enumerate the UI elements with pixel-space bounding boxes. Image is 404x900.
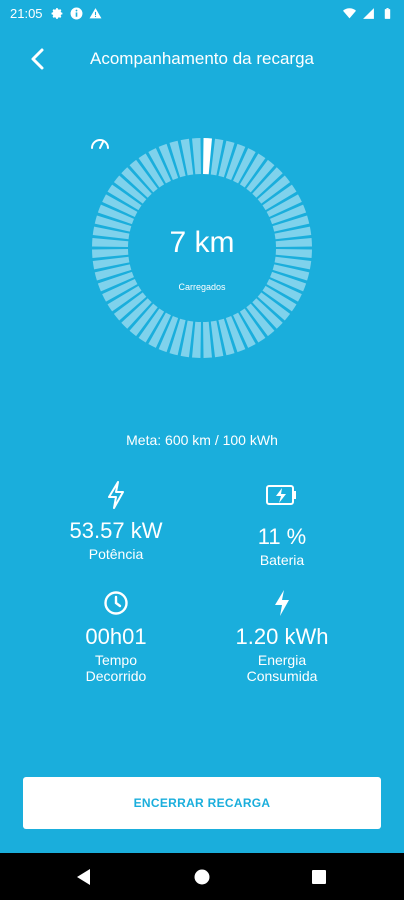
metric-battery: 11 % Bateria (197, 480, 367, 568)
status-bar: 21:05 (0, 0, 404, 26)
warning-icon (89, 7, 102, 18)
signal-icon (363, 7, 374, 19)
power-label: Potência (88, 546, 144, 562)
clock-icon (104, 591, 128, 615)
back-triangle-icon[interactable] (74, 867, 94, 887)
battery-icon (384, 7, 391, 19)
lightning-icon (275, 590, 289, 616)
gear-icon (51, 7, 62, 19)
speedometer-icon (91, 139, 109, 149)
lightning-icon (108, 481, 124, 509)
info-icon (70, 7, 83, 19)
charged-distance-value: 7 km (169, 226, 235, 259)
charge-gauge: 7 km Carregados (90, 136, 314, 360)
wifi-icon (343, 7, 356, 18)
battery-label: Bateria (259, 552, 305, 568)
page-title: Acompanhamento da recarga (90, 49, 314, 68)
status-time: 21:05 (10, 5, 43, 21)
charged-distance-label: Carregados (178, 282, 226, 292)
metric-energy: 1.20 kWh Energia Consumida (197, 588, 367, 684)
metric-power: 53.57 kW Potência (31, 480, 201, 562)
battery-charging-icon (266, 485, 296, 505)
charge-goal: Meta: 600 km / 100 kWh (126, 432, 278, 448)
home-circle-icon[interactable] (192, 867, 212, 887)
elapsed-time-label: Tempo Decorrido (31, 652, 201, 684)
app-header: Acompanhamento da recarga (0, 36, 404, 82)
recents-square-icon[interactable] (309, 867, 329, 887)
elapsed-time-label-line2: Decorrido (85, 668, 147, 684)
energy-label-line1: Energia (257, 652, 307, 668)
energy-label: Energia Consumida (197, 652, 367, 684)
elapsed-time-label-line1: Tempo (94, 652, 138, 668)
energy-value: 1.20 kWh (235, 624, 329, 649)
end-charge-button[interactable]: ENCERRAR RECARGA (23, 777, 381, 829)
elapsed-time-value: 00h01 (85, 624, 147, 649)
energy-label-line2: Consumida (246, 668, 318, 684)
system-nav-bar (0, 853, 404, 900)
battery-value: 11 % (257, 524, 307, 549)
power-value: 53.57 kW (69, 518, 163, 543)
metric-elapsed-time: 00h01 Tempo Decorrido (31, 590, 201, 684)
